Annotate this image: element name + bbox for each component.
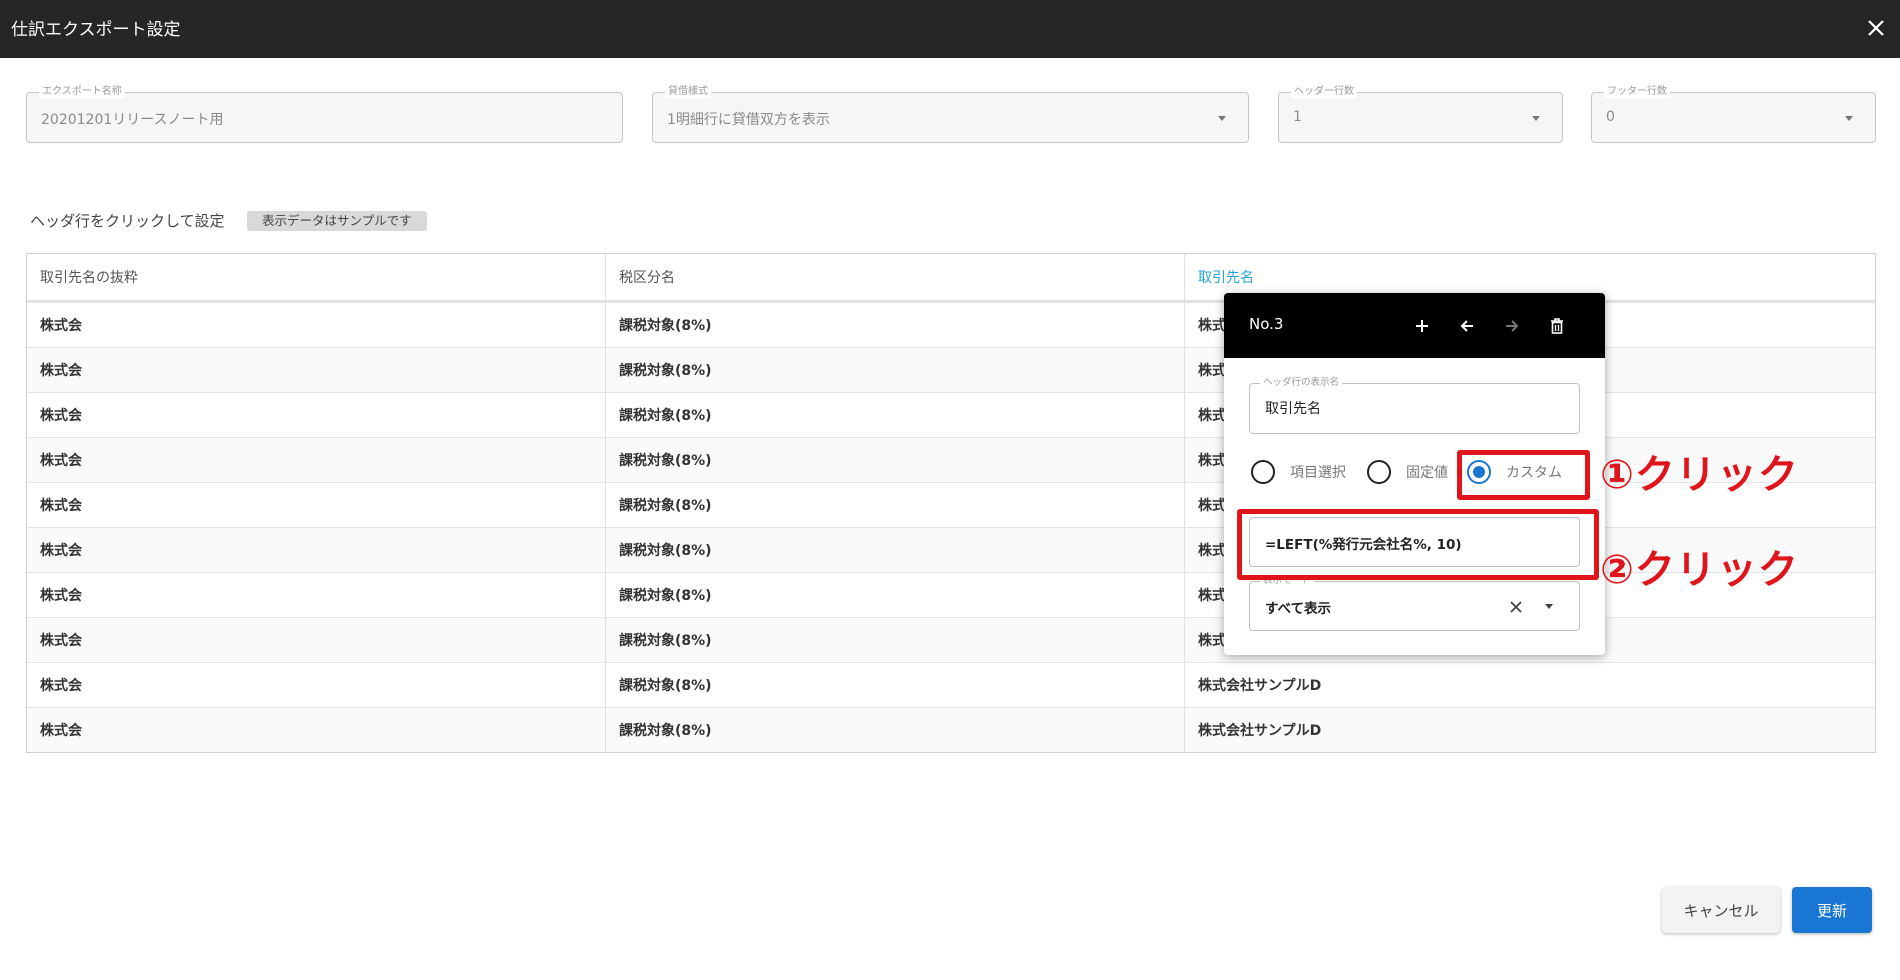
table-cell: 課税対象(8%): [606, 708, 1185, 752]
display-mode-select[interactable]: 表示モード すべて表示: [1249, 575, 1580, 631]
debit-credit-style-select[interactable]: 貸借様式 1明細行に貸借双方を表示: [652, 86, 1249, 143]
debit-credit-style-label: 貸借様式: [665, 86, 711, 98]
highlight-box-1: [1457, 450, 1590, 500]
header-cell[interactable]: 取引先名の抜粋: [27, 254, 606, 300]
column-number: No.3: [1249, 315, 1284, 333]
table-cell: 株式会: [27, 663, 606, 707]
table-cell: 課税対象(8%): [606, 393, 1185, 437]
export-name-value: 20201201リリースノート用: [41, 112, 224, 128]
table-cell: 株式会: [27, 393, 606, 437]
table-cell: 株式会: [27, 573, 606, 617]
clear-icon[interactable]: [1509, 599, 1523, 618]
display-name-value: 取引先名: [1265, 401, 1321, 417]
table-cell: 株式会: [27, 438, 606, 482]
table-cell: 課税対象(8%): [606, 483, 1185, 527]
table-cell: 株式会: [27, 528, 606, 572]
table-cell: 株式会: [27, 483, 606, 527]
radio-circle: [1251, 460, 1275, 484]
trash-icon[interactable]: [1545, 314, 1569, 338]
arrow-left-icon[interactable]: [1455, 314, 1479, 338]
table-cell: 課税対象(8%): [606, 348, 1185, 392]
close-icon[interactable]: [1862, 14, 1890, 42]
display-mode-value: すべて表示: [1265, 601, 1332, 617]
table-cell: 株式会社サンプルD: [1198, 723, 1322, 739]
table-cell: 株式会: [27, 303, 606, 347]
highlight-box-2: [1237, 509, 1599, 580]
header-rows-select[interactable]: ヘッダー行数 1: [1278, 86, 1563, 143]
table-cell: 株式会社サンプルD: [1198, 678, 1322, 694]
radio-fixed-value[interactable]: 固定値: [1367, 460, 1448, 484]
cancel-button[interactable]: キャンセル: [1662, 887, 1780, 933]
header-rows-value: 1: [1293, 109, 1302, 125]
export-name-field[interactable]: エクスポート名称 20201201リリースノート用: [26, 86, 623, 143]
table-cell: 課税対象(8%): [606, 528, 1185, 572]
table-cell: 株式会: [27, 708, 606, 752]
header-hint-text: ヘッダ行をクリックして設定: [30, 212, 225, 230]
table-cell: 課税対象(8%): [606, 573, 1185, 617]
arrow-right-icon[interactable]: [1500, 314, 1524, 338]
chevron-down-icon: [1845, 116, 1853, 121]
debit-credit-style-value: 1明細行に貸借双方を表示: [667, 112, 830, 128]
chevron-down-icon[interactable]: [1545, 604, 1553, 609]
export-name-label: エクスポート名称: [39, 86, 125, 98]
annotation-2: ②クリック: [1600, 547, 1799, 593]
table-cell: 課税対象(8%): [606, 303, 1185, 347]
footer-rows-label: フッター行数: [1604, 86, 1670, 98]
display-name-field[interactable]: ヘッダ行の表示名 取引先名: [1249, 377, 1580, 434]
footer-rows-select[interactable]: フッター行数 0: [1591, 86, 1876, 143]
dialog-titlebar: 仕訳エクスポート設定: [0, 0, 1900, 58]
radio-label: 項目選択: [1290, 465, 1346, 481]
table-cell: 株式会: [27, 618, 606, 662]
add-icon[interactable]: [1410, 314, 1434, 338]
radio-item-select[interactable]: 項目選択: [1251, 460, 1346, 484]
radio-circle: [1367, 460, 1391, 484]
popup-header: No.3: [1224, 293, 1605, 358]
table-cell: 株式会: [27, 348, 606, 392]
update-button[interactable]: 更新: [1792, 887, 1872, 933]
header-rows-label: ヘッダー行数: [1291, 86, 1357, 98]
annotation-1: ①クリック: [1600, 452, 1799, 498]
table-cell: 課税対象(8%): [606, 663, 1185, 707]
table-cell: 課税対象(8%): [606, 438, 1185, 482]
sample-data-chip: 表示データはサンプルです: [247, 211, 427, 231]
chevron-down-icon: [1218, 116, 1226, 121]
table-cell: 課税対象(8%): [606, 618, 1185, 662]
table-row: 株式会 課税対象(8%) 株式会社サンプルD: [27, 662, 1875, 707]
header-cell[interactable]: 税区分名: [606, 254, 1185, 300]
dialog-title: 仕訳エクスポート設定: [11, 20, 181, 40]
radio-label: 固定値: [1406, 465, 1448, 481]
display-name-label: ヘッダ行の表示名: [1260, 377, 1343, 389]
chevron-down-icon: [1532, 116, 1540, 121]
table-row: 株式会 課税対象(8%) 株式会社サンプルD: [27, 707, 1875, 752]
footer-rows-value: 0: [1606, 109, 1615, 125]
